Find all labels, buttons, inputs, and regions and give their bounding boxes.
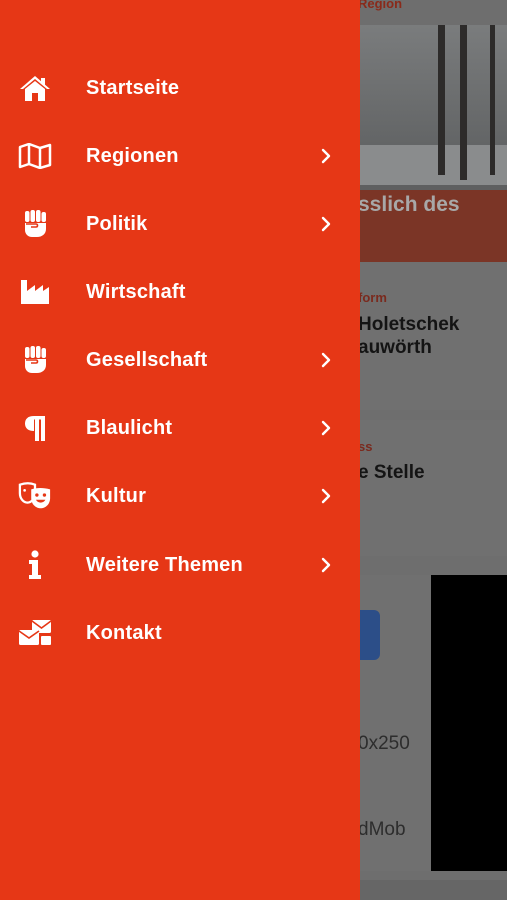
menu-item-label: Kontakt (86, 621, 162, 644)
menu-item-kultur[interactable]: Kultur (0, 468, 360, 524)
menu-item-label: Blaulicht (86, 416, 173, 439)
menu-item-regionen[interactable]: Regionen (0, 128, 360, 184)
paragraph-icon (18, 411, 52, 445)
article-headline: auwörth (358, 337, 432, 358)
menu-item-label: Politik (86, 212, 148, 235)
theater-masks-icon (18, 479, 52, 513)
article-card (340, 262, 507, 410)
article-kicker: ss (358, 439, 373, 454)
article-headline: Holetschek (358, 314, 460, 335)
menu-item-label: Gesellschaft (86, 348, 208, 371)
menu-item-startseite[interactable]: Startseite (0, 60, 360, 116)
chevron-right-icon (321, 557, 331, 573)
hero-image (340, 25, 507, 262)
menu-item-label: Weitere Themen (86, 553, 243, 576)
menu-item-gesellschaft[interactable]: Gesellschaft (0, 332, 360, 388)
menu-item-kontakt[interactable]: Kontakt (0, 605, 360, 661)
mail-bulk-icon (18, 616, 52, 650)
menu-item-blaulicht[interactable]: Blaulicht (0, 400, 360, 456)
chevron-right-icon (321, 216, 331, 232)
industry-icon (18, 275, 52, 309)
menu-item-wirtschaft[interactable]: Wirtschaft (0, 264, 360, 320)
menu-item-label: Kultur (86, 484, 147, 507)
raised-fist-icon (18, 207, 52, 241)
menu-item-label: Wirtschaft (86, 280, 186, 303)
map-icon (18, 139, 52, 173)
chevron-right-icon (321, 488, 331, 504)
chevron-right-icon (321, 148, 331, 164)
article-kicker: form (358, 290, 387, 305)
ad-video (431, 575, 507, 871)
section-label: Region (358, 0, 403, 11)
ad-network-text: dMob (358, 819, 406, 840)
home-icon (18, 71, 52, 105)
chevron-right-icon (321, 420, 331, 436)
info-icon (18, 548, 52, 582)
menu-item-politik[interactable]: Politik (0, 196, 360, 252)
chevron-right-icon (321, 352, 331, 368)
raised-fist-icon (18, 343, 52, 377)
ad-logo (358, 610, 380, 660)
navigation-drawer: Startseite Regionen Politik Wirtschaft G… (0, 0, 360, 900)
hero-title: sslich des (358, 193, 460, 216)
menu-item-label: Startseite (86, 76, 180, 99)
menu-item-weitere-themen[interactable]: Weitere Themen (0, 537, 360, 593)
menu-item-label: Regionen (86, 144, 179, 167)
ad-size-text: 0x250 (358, 733, 410, 754)
article-headline: e Stelle (358, 462, 425, 483)
